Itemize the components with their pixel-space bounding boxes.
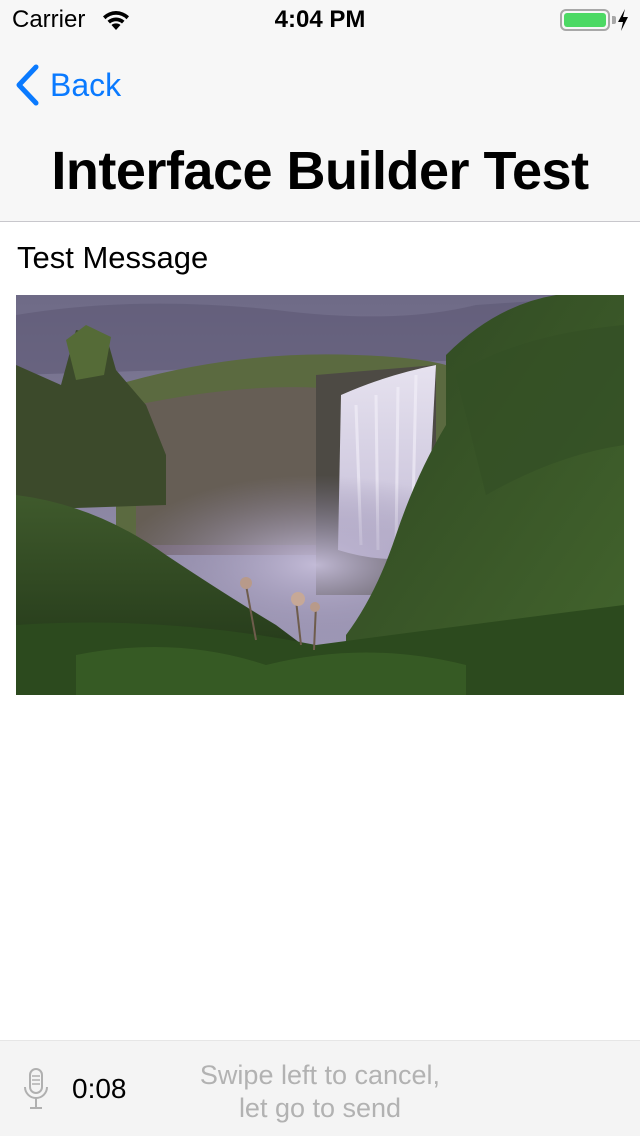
recording-timer: 0:08 bbox=[72, 1073, 127, 1104]
chevron-left-icon bbox=[16, 64, 39, 106]
back-label: Back bbox=[50, 66, 122, 103]
bolt-icon bbox=[618, 9, 628, 31]
battery-level bbox=[564, 13, 606, 27]
status-time: 4:04 PM bbox=[274, 6, 366, 33]
navigation-bar: Back Interface Builder Test bbox=[0, 40, 640, 222]
swipe-hint-line1: Swipe left to cancel, bbox=[199, 1060, 441, 1090]
microphone-icon[interactable] bbox=[22, 1067, 50, 1111]
status-bar: Carrier 4:04 PM bbox=[0, 0, 640, 40]
voice-recording-bar: 0:08 Swipe left to cancel, let go to sen… bbox=[0, 1040, 640, 1136]
waterfall-photo[interactable] bbox=[16, 295, 624, 695]
message-text: Test Message bbox=[17, 240, 209, 275]
page-title: Interface Builder Test bbox=[51, 141, 589, 201]
swipe-hint-line2: let go to send bbox=[238, 1093, 402, 1123]
back-button[interactable]: Back bbox=[14, 62, 121, 108]
swipe-hint: Swipe left to cancel, let go to send bbox=[150, 1059, 490, 1125]
battery-icon bbox=[560, 9, 610, 31]
